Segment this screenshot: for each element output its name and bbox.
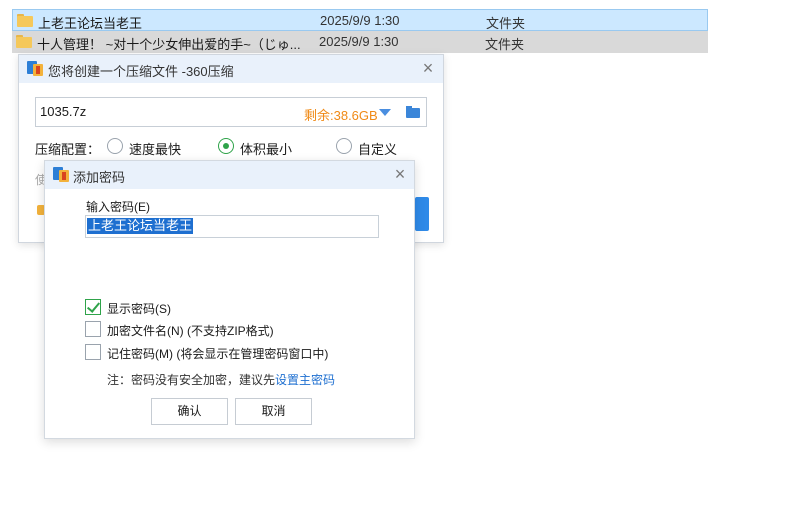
folder-icon <box>16 35 32 48</box>
file-type: 文件夹 <box>486 16 526 31</box>
remember-password-checkbox[interactable] <box>85 344 101 360</box>
file-row[interactable]: 十人管理！ ~对十个少女伸出爱的手~（じゅ... 2025/9/9 1:30 文… <box>12 31 708 53</box>
encrypt-filenames-label[interactable]: 加密文件名(N) (不支持ZIP格式) <box>107 322 274 339</box>
add-password-dialog: 添加密码 × 输入密码(E) 上老王论坛当老王 显示密码(S) 加密文件名(N)… <box>44 160 415 439</box>
radio-custom[interactable] <box>336 138 352 154</box>
password-dialog-title: 添加密码 <box>73 170 126 185</box>
file-name: 上老王论坛当老王 <box>38 16 143 31</box>
file-date: 2025/9/9 1:30 <box>320 13 400 28</box>
radio-fastest-label[interactable]: 速度最快 <box>129 139 181 158</box>
file-type: 文件夹 <box>485 37 525 52</box>
browse-folder-icon[interactable] <box>406 106 420 118</box>
file-row[interactable]: 上老王论坛当老王 2025/9/9 1:30 文件夹 <box>12 9 708 31</box>
compress-dialog-title: 您将创建一个压缩文件 -360压缩 <box>48 64 234 79</box>
password-input[interactable]: 上老王论坛当老王 <box>85 215 379 238</box>
radio-smallest-label[interactable]: 体积最小 <box>240 139 292 158</box>
encrypt-filenames-checkbox[interactable] <box>85 321 101 337</box>
360-compress-icon <box>27 61 43 76</box>
dropdown-arrow-icon[interactable] <box>379 109 391 116</box>
security-note: 注：密码没有安全加密，建议先设置主密码 <box>107 371 335 388</box>
cancel-button[interactable]: 取消 <box>235 398 312 425</box>
radio-fastest[interactable] <box>107 138 123 154</box>
radio-custom-label[interactable]: 自定义 <box>358 139 397 158</box>
radio-smallest[interactable] <box>218 138 234 154</box>
file-date: 2025/9/9 1:30 <box>319 34 399 49</box>
archive-filename[interactable]: 1035.7z <box>40 104 86 119</box>
close-icon[interactable]: × <box>420 59 436 77</box>
password-input-label: 输入密码(E) <box>86 200 150 214</box>
close-icon[interactable]: × <box>392 165 408 183</box>
archive-path-field[interactable]: 1035.7z 剩余:38.6GB <box>35 97 427 127</box>
password-dialog-titlebar[interactable]: 添加密码 × <box>45 161 414 189</box>
show-password-label[interactable]: 显示密码(S) <box>107 300 171 317</box>
file-name: 十人管理！ ~对十个少女伸出爱的手~（じゅ... <box>37 37 301 52</box>
compress-now-button[interactable] <box>415 197 429 231</box>
compress-dialog-titlebar[interactable]: 您将创建一个压缩文件 -360压缩 × <box>19 55 443 83</box>
360-compress-icon <box>53 167 69 182</box>
password-value[interactable]: 上老王论坛当老王 <box>87 218 194 234</box>
set-master-password-link[interactable]: 设置主密码 <box>275 373 335 387</box>
show-password-checkbox[interactable] <box>85 299 101 315</box>
security-note-text: 注：密码没有安全加密，建议先 <box>107 373 276 387</box>
free-space-label: 剩余:38.6GB <box>304 108 378 123</box>
compress-config-label: 压缩配置： <box>35 142 101 157</box>
folder-icon <box>17 14 33 27</box>
remember-password-label[interactable]: 记住密码(M) (将会显示在管理密码窗口中) <box>107 345 328 362</box>
confirm-button[interactable]: 确认 <box>151 398 228 425</box>
